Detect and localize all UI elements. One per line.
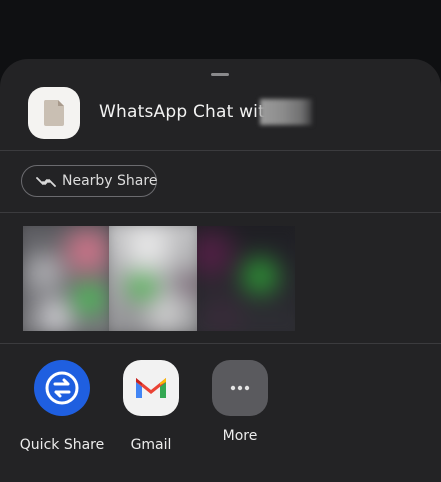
- more-label: More: [222, 428, 258, 444]
- quick-share-icon: [34, 360, 90, 416]
- share-title: WhatsApp Chat with: [99, 102, 276, 122]
- nearby-share-label: Nearby Share: [62, 173, 158, 189]
- nearby-share-button[interactable]: Nearby Share: [21, 165, 157, 197]
- quick-share-label: Quick Share: [19, 437, 105, 453]
- quick-share-app[interactable]: Quick Share: [20, 360, 104, 453]
- gmail-label: Gmail: [130, 437, 172, 453]
- media-thumbnail[interactable]: [23, 226, 109, 331]
- more-dots-icon: [212, 360, 268, 416]
- drag-handle[interactable]: [211, 73, 229, 76]
- more-apps-button[interactable]: More: [212, 360, 268, 444]
- divider: [0, 212, 441, 213]
- nearby-share-icon: [36, 177, 56, 187]
- media-thumbnail[interactable]: [197, 226, 295, 331]
- divider: [0, 343, 441, 344]
- divider: [0, 150, 441, 151]
- gmail-icon: [123, 360, 179, 416]
- media-thumbnail[interactable]: [109, 226, 197, 331]
- gmail-app[interactable]: Gmail: [123, 360, 179, 453]
- redacted-contact-name: [260, 99, 312, 125]
- document-file-icon: [28, 87, 80, 139]
- share-sheet: WhatsApp Chat with Nearby Share Quick Sh…: [0, 59, 441, 482]
